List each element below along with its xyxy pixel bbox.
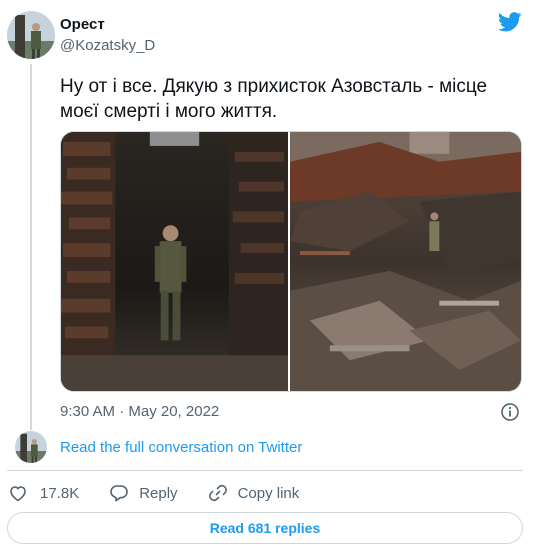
info-icon[interactable] <box>500 402 520 422</box>
author-avatar[interactable] <box>7 11 55 59</box>
reply-icon <box>110 485 129 502</box>
like-count: 17.8K <box>40 484 80 502</box>
like-button[interactable]: 17.8K <box>8 483 79 503</box>
tweet-embed: Орест @Kozatsky_D Ну от і все. Дякую з п… <box>0 0 534 545</box>
thread-line <box>30 64 32 430</box>
heart-icon <box>10 486 26 502</box>
author-handle[interactable]: @Kozatsky_D <box>60 37 155 54</box>
divider <box>7 470 523 471</box>
author-display-name[interactable]: Орест <box>60 16 105 33</box>
photo-destroyed-plant[interactable] <box>290 132 521 391</box>
read-replies-button[interactable]: Read 681 replies <box>7 512 523 544</box>
tweet-media[interactable] <box>60 131 522 392</box>
tweet-text: Ну от і все. Дякую з прихисток Азовсталь… <box>60 76 488 122</box>
photo-man-in-ruins[interactable] <box>61 132 291 391</box>
link-icon <box>208 484 227 502</box>
copy-link-button[interactable]: Copy link <box>208 483 300 503</box>
conversation-avatar[interactable] <box>15 431 47 463</box>
twitter-bird-icon[interactable] <box>498 12 522 32</box>
copy-link-label: Copy link <box>237 484 300 502</box>
tweet-timestamp[interactable]: 9:30 AM · May 20, 2022 <box>60 403 219 420</box>
reply-label: Reply <box>139 484 178 502</box>
action-bar: 17.8K Reply Copy link <box>8 481 329 505</box>
read-conversation-link[interactable]: Read the full conversation on Twitter <box>60 439 302 456</box>
reply-button[interactable]: Reply <box>109 483 178 503</box>
